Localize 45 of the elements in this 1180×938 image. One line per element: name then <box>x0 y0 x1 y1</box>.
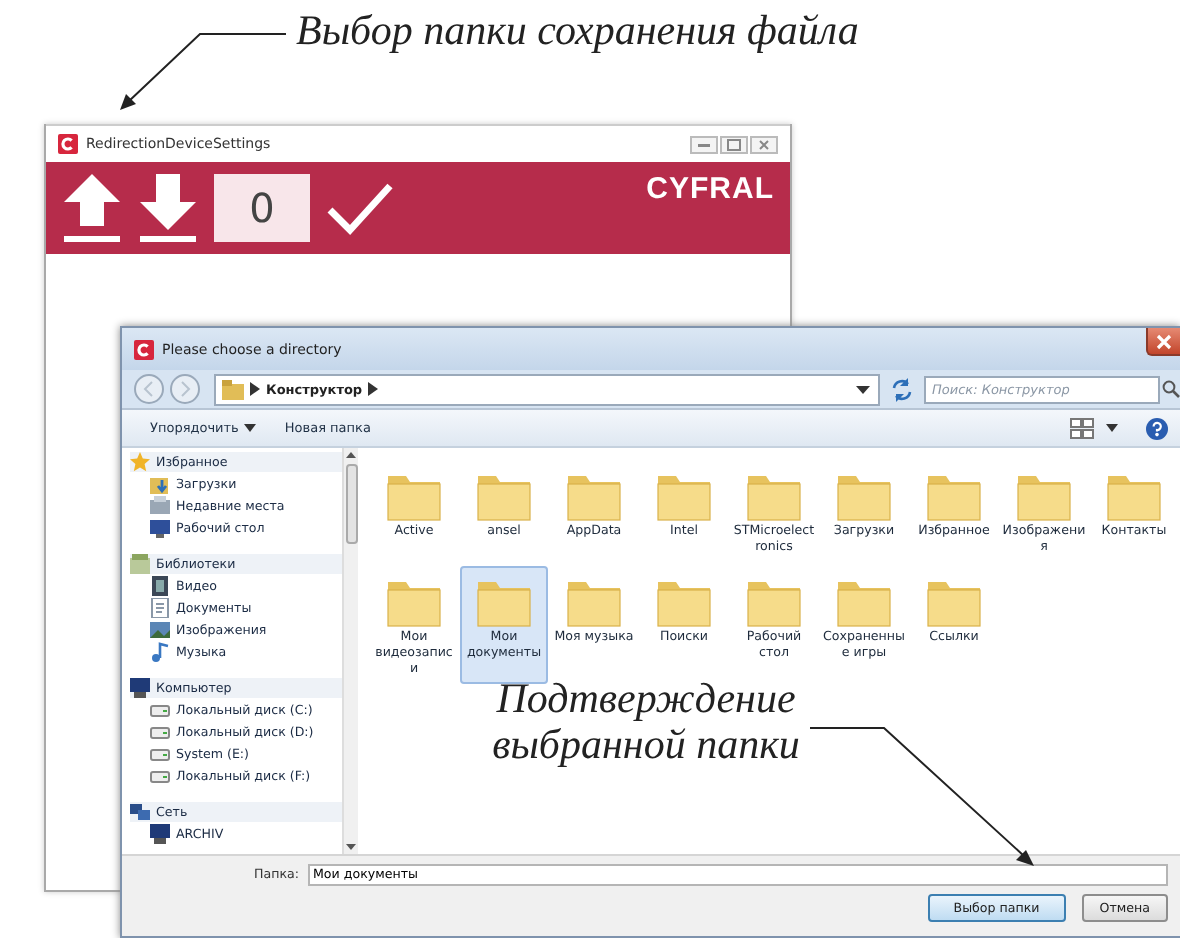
folder-icon <box>222 379 244 399</box>
chevron-right-icon <box>368 382 379 396</box>
picture-icon <box>150 620 170 640</box>
back-button[interactable] <box>134 374 164 404</box>
computer-icon <box>130 678 150 698</box>
counter-field[interactable]: 0 <box>214 174 310 242</box>
drive-icon <box>150 700 170 720</box>
scrollbar-thumb[interactable] <box>345 464 357 544</box>
checkmark-icon[interactable] <box>326 180 394 236</box>
app-logo-icon <box>134 339 154 359</box>
scroll-down-icon <box>346 844 356 850</box>
search-icon <box>1162 380 1180 398</box>
scrollbar[interactable] <box>342 448 358 854</box>
drive-icon <box>150 744 170 764</box>
minimize-icon[interactable] <box>690 135 718 153</box>
caret-icon <box>244 424 257 432</box>
drive-icon <box>150 722 170 742</box>
caption: Выбор папки сохранения файла <box>296 8 859 54</box>
library-icon <box>130 554 150 574</box>
brand-logo: CYFRAL <box>646 172 774 206</box>
desktop-icon <box>150 518 170 538</box>
maximize-icon[interactable] <box>720 135 748 153</box>
close-icon <box>1156 333 1172 349</box>
upload-icon[interactable] <box>62 170 122 246</box>
drive-icon <box>150 766 170 786</box>
download-folder-icon <box>150 474 170 494</box>
music-note-icon <box>150 642 170 662</box>
refresh-icon[interactable] <box>890 377 914 401</box>
star-icon <box>130 452 150 472</box>
scroll-up-icon <box>346 452 356 458</box>
recent-places-icon <box>150 496 170 516</box>
document-icon <box>150 598 170 618</box>
chevron-right-icon <box>250 382 260 396</box>
download-icon[interactable] <box>138 170 198 246</box>
close-button[interactable] <box>1146 328 1180 356</box>
film-icon <box>150 576 170 596</box>
view-options-icon[interactable] <box>1070 417 1094 439</box>
caret-icon <box>856 385 870 393</box>
close-icon[interactable] <box>750 135 778 153</box>
forward-button[interactable] <box>170 374 200 404</box>
network-icon <box>130 802 150 822</box>
help-icon[interactable] <box>1146 417 1168 439</box>
caret-icon[interactable] <box>1106 424 1118 432</box>
app-logo-icon <box>58 134 78 154</box>
computer-icon <box>150 824 170 844</box>
